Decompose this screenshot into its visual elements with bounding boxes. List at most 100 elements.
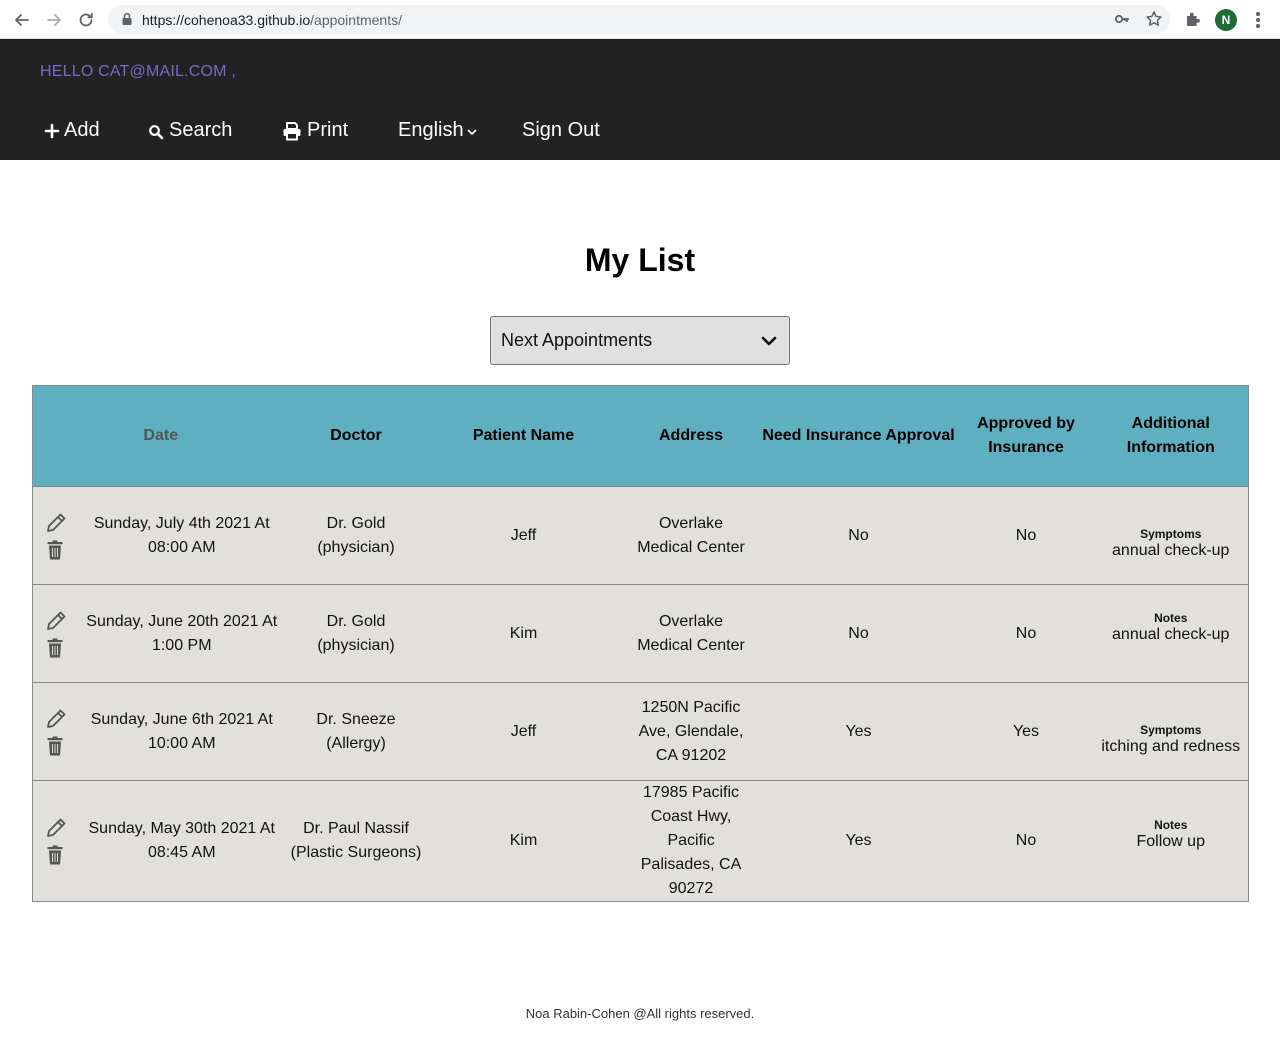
search-button[interactable]: Search xyxy=(148,119,232,142)
cell-approved: Yes xyxy=(958,682,1094,781)
table-row: Sunday, June 20th 2021 At 1:00 PM Dr. Go… xyxy=(32,584,1249,683)
cell-info: Notes Follow up xyxy=(1093,780,1249,902)
language-dropdown[interactable]: English xyxy=(398,119,477,142)
user-greeting: HELLO CAT@MAIL.COM , xyxy=(40,63,236,80)
chevron-down-icon xyxy=(761,336,777,346)
cell-date: Sunday, May 30th 2021 At 08:45 AM xyxy=(32,780,289,902)
info-text: Follow up xyxy=(1136,833,1205,850)
search-icon xyxy=(149,124,164,139)
cell-date: Sunday, June 20th 2021 At 1:00 PM xyxy=(32,584,289,683)
add-button[interactable]: Add xyxy=(44,119,100,142)
reload-icon[interactable] xyxy=(75,9,97,31)
info-label: Symptoms xyxy=(1140,723,1202,737)
sign-out-button[interactable]: Sign Out xyxy=(522,119,600,142)
cell-info: Symptoms itching and redness xyxy=(1093,682,1249,781)
table-row: Sunday, June 6th 2021 At 10:00 AM Dr. Sn… xyxy=(32,682,1249,781)
app-header: HELLO CAT@MAIL.COM , Add Search Print En… xyxy=(0,39,1280,160)
appointments-filter-select[interactable]: Next Appointments xyxy=(490,316,790,365)
cell-info: Notes annual check-up xyxy=(1093,584,1249,683)
star-icon[interactable] xyxy=(1145,10,1163,28)
footer-copyright: Noa Rabin-Cohen @All rights reserved. xyxy=(525,1006,755,1021)
trash-delete-icon[interactable] xyxy=(45,638,65,658)
browser-menu-icon[interactable] xyxy=(1252,10,1264,30)
column-header-date[interactable]: Date xyxy=(32,385,289,487)
url-host: https://cohenoa33.github.io xyxy=(142,12,311,28)
language-label: English xyxy=(398,119,464,141)
url-path: /appointments/ xyxy=(310,12,402,28)
cell-address: 1250N Pacific Ave, Glendale, CA 91202 xyxy=(623,682,759,781)
plus-icon xyxy=(44,123,60,138)
pencil-edit-icon[interactable] xyxy=(45,610,67,632)
cell-need-insurance: Yes xyxy=(758,780,959,902)
cell-date: Sunday, July 4th 2021 At 08:00 AM xyxy=(32,486,289,585)
printer-icon xyxy=(283,121,301,140)
cell-address: Overlake Medical Center xyxy=(623,584,759,683)
appointments-table: Date Doctor Patient Name Address Need In… xyxy=(32,385,1249,902)
info-text: annual check-up xyxy=(1112,625,1230,643)
cell-address: 17985 Pacific Coast Hwy, Pacific Palisad… xyxy=(623,780,759,902)
trash-delete-icon[interactable] xyxy=(45,736,65,756)
column-header-approved: Approved by Insurance xyxy=(958,385,1094,487)
info-block: Symptoms annual check-up xyxy=(1112,508,1229,560)
cell-need-insurance: No xyxy=(758,486,959,585)
column-header-need-insurance: Need Insurance Approval xyxy=(758,385,959,487)
forward-arrow-icon[interactable] xyxy=(43,9,65,31)
filter-selected-value: Next Appointments xyxy=(501,330,653,350)
cell-need-insurance: No xyxy=(758,584,959,683)
info-label: Notes xyxy=(1154,818,1188,832)
pencil-edit-icon[interactable] xyxy=(45,817,67,839)
appointment-date: Sunday, May 30th 2021 At 08:45 AM xyxy=(88,820,276,861)
print-label: Print xyxy=(307,119,349,141)
cell-doctor: Dr. Sneeze (Allergy) xyxy=(288,682,424,781)
column-header-address: Address xyxy=(623,385,759,487)
sign-out-label: Sign Out xyxy=(522,119,600,141)
appointment-date: Sunday, June 20th 2021 At 1:00 PM xyxy=(86,612,278,654)
cell-date: Sunday, June 6th 2021 At 10:00 AM xyxy=(32,682,289,781)
pencil-edit-icon[interactable] xyxy=(45,708,67,730)
appointment-date: Sunday, June 6th 2021 At 10:00 AM xyxy=(90,710,273,752)
add-label: Add xyxy=(64,119,100,141)
cell-doctor: Dr. Paul Nassif (Plastic Surgeons) xyxy=(288,780,424,902)
table-header: Date Doctor Patient Name Address Need In… xyxy=(32,385,1249,487)
table-body: Sunday, July 4th 2021 At 08:00 AM Dr. Go… xyxy=(32,486,1249,902)
back-arrow-icon[interactable] xyxy=(11,9,33,31)
info-block: Symptoms itching and redness xyxy=(1101,704,1240,756)
chevron-down-icon xyxy=(467,129,477,135)
table-row: Sunday, July 4th 2021 At 08:00 AM Dr. Go… xyxy=(32,486,1249,585)
cell-need-insurance: Yes xyxy=(758,682,959,781)
cell-address: Overlake Medical Center xyxy=(623,486,759,585)
profile-avatar[interactable]: N xyxy=(1215,9,1237,31)
trash-delete-icon[interactable] xyxy=(45,845,65,865)
column-header-doctor: Doctor xyxy=(288,385,424,487)
extensions-puzzle-icon[interactable] xyxy=(1184,10,1202,28)
pencil-edit-icon[interactable] xyxy=(45,512,67,534)
info-text: annual check-up xyxy=(1112,542,1230,559)
profile-initial: N xyxy=(1221,13,1231,27)
lock-icon xyxy=(122,12,132,25)
column-header-patient: Patient Name xyxy=(423,385,624,487)
page-title: My List xyxy=(584,242,696,278)
cell-patient: Jeff xyxy=(423,486,624,585)
print-button[interactable]: Print xyxy=(282,119,348,142)
column-header-info: Additional Information xyxy=(1093,385,1249,487)
cell-approved: No xyxy=(958,780,1094,902)
info-label: Symptoms xyxy=(1140,527,1202,541)
cell-approved: No xyxy=(958,584,1094,683)
cell-patient: Jeff xyxy=(423,682,624,781)
row-actions xyxy=(45,817,67,865)
cell-doctor: Dr. Gold (physician) xyxy=(288,584,424,683)
info-label: Notes xyxy=(1154,610,1188,625)
cell-approved: No xyxy=(958,486,1094,585)
appointment-date: Sunday, July 4th 2021 At 08:00 AM xyxy=(93,514,270,556)
info-block: Notes Follow up xyxy=(1137,817,1205,865)
browser-toolbar: https://cohenoa33.github.io/appointments… xyxy=(0,0,1280,39)
address-bar[interactable]: https://cohenoa33.github.io/appointments… xyxy=(108,5,1170,34)
search-label: Search xyxy=(169,119,233,141)
trash-delete-icon[interactable] xyxy=(45,540,65,560)
key-icon[interactable] xyxy=(1114,11,1130,27)
row-actions xyxy=(45,708,67,756)
cell-info: Symptoms annual check-up xyxy=(1093,486,1249,585)
url-text: https://cohenoa33.github.io/appointments… xyxy=(142,12,402,28)
cell-patient: Kim xyxy=(423,780,624,902)
table-row: Sunday, May 30th 2021 At 08:45 AM Dr. Pa… xyxy=(32,780,1249,902)
